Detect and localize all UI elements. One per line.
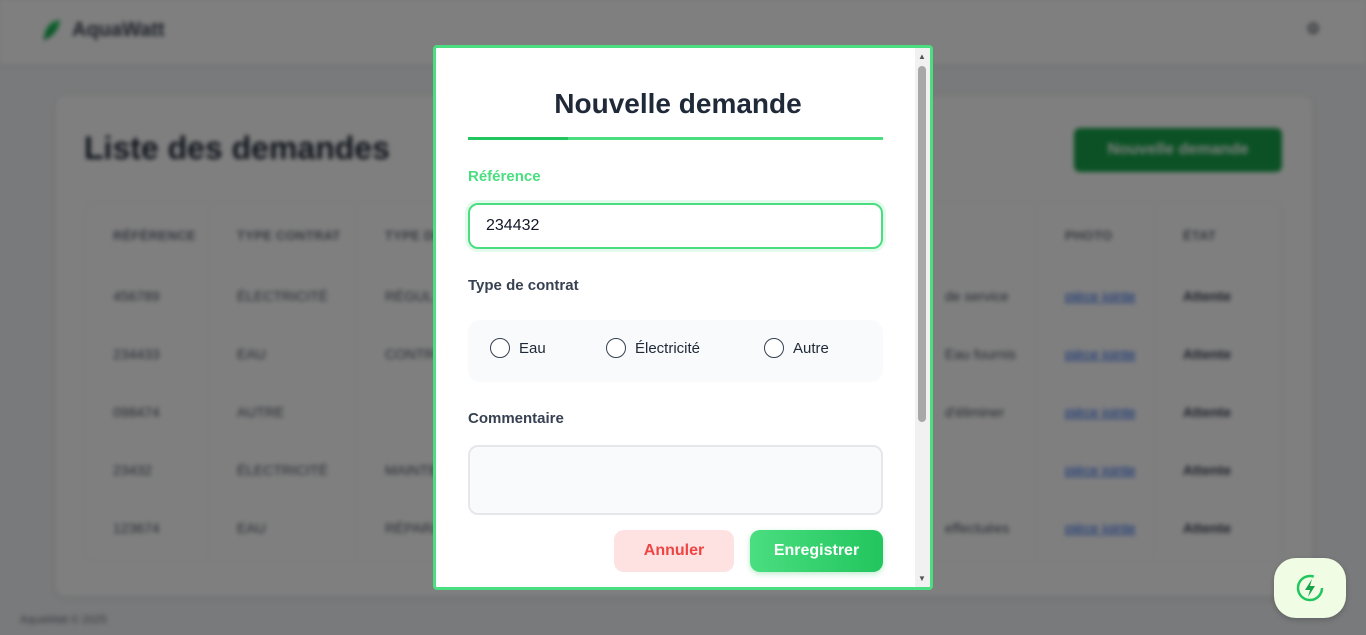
radio-button[interactable] [606, 338, 626, 358]
scroll-down-arrow-icon[interactable]: ▼ [918, 574, 926, 583]
radio-button[interactable] [764, 338, 784, 358]
new-request-modal: Nouvelle demande Référence Type de contr… [433, 45, 933, 590]
radio-option-autre[interactable]: Autre [764, 338, 829, 358]
scrollbar-thumb[interactable] [918, 66, 926, 422]
reference-label: Référence [468, 168, 541, 185]
title-divider-accent [468, 137, 568, 140]
radio-option-eau[interactable]: Eau [490, 338, 546, 358]
eco-assistant-button[interactable] [1274, 558, 1346, 618]
modal-scrollbar[interactable]: ▲ ▼ [915, 48, 930, 587]
contract-type-label: Type de contrat [468, 277, 579, 294]
scroll-up-arrow-icon[interactable]: ▲ [918, 52, 926, 61]
eco-energy-icon [1296, 574, 1324, 602]
radio-label: Autre [793, 339, 829, 357]
radio-button[interactable] [490, 338, 510, 358]
modal-title: Nouvelle demande [554, 88, 802, 119]
save-button[interactable]: Enregistrer [750, 530, 883, 572]
radio-label: Électricité [635, 339, 701, 357]
radio-option-electricite[interactable]: Électricité [606, 338, 700, 358]
comment-label: Commentaire [468, 410, 564, 427]
reference-input[interactable] [468, 203, 883, 249]
contract-type-radio-group: Eau Électricité Autre [468, 320, 883, 382]
cancel-button[interactable]: Annuler [614, 530, 734, 572]
comment-textarea[interactable] [468, 445, 883, 515]
radio-label: Eau [519, 339, 546, 357]
